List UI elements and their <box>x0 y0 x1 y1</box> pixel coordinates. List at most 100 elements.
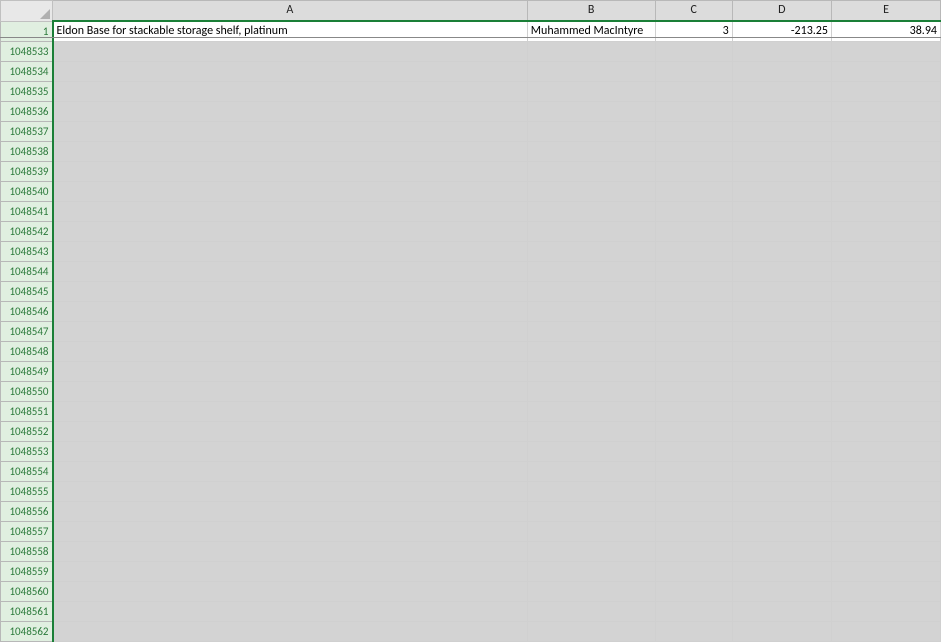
cell-E1048535[interactable] <box>831 82 940 102</box>
cell-E1048562[interactable] <box>831 622 940 642</box>
cell-B1048551[interactable] <box>527 402 655 422</box>
cell-E1048555[interactable] <box>831 482 940 502</box>
cell-E1048547[interactable] <box>831 322 940 342</box>
cell-A1048535[interactable] <box>53 82 528 102</box>
cell-B1048553[interactable] <box>527 442 655 462</box>
cell-C1048557[interactable] <box>655 522 732 542</box>
cell-E1048561[interactable] <box>831 602 940 622</box>
cell-B1048562[interactable] <box>527 622 655 642</box>
cell-B1048547[interactable] <box>527 322 655 342</box>
row-header[interactable]: 1048545 <box>1 282 53 302</box>
cell-E1048533[interactable] <box>831 42 940 62</box>
cell-A1048543[interactable] <box>53 242 528 262</box>
cell-B1048549[interactable] <box>527 362 655 382</box>
cell-E1048540[interactable] <box>831 182 940 202</box>
cell-C1048544[interactable] <box>655 262 732 282</box>
cell-D1048554[interactable] <box>732 462 831 482</box>
row-header[interactable]: 1048550 <box>1 382 53 402</box>
row-header[interactable]: 1048534 <box>1 62 53 82</box>
row-header[interactable]: 1048535 <box>1 82 53 102</box>
cell-C1048550[interactable] <box>655 382 732 402</box>
cell-A1048545[interactable] <box>53 282 528 302</box>
cell-C1048552[interactable] <box>655 422 732 442</box>
cell-B1048555[interactable] <box>527 482 655 502</box>
cell-D1048549[interactable] <box>732 362 831 382</box>
cell-B1048541[interactable] <box>527 202 655 222</box>
cell-A1048558[interactable] <box>53 542 528 562</box>
cell-A1048560[interactable] <box>53 582 528 602</box>
cell-A1048544[interactable] <box>53 262 528 282</box>
row-header[interactable]: 1048557 <box>1 522 53 542</box>
cell-B1048540[interactable] <box>527 182 655 202</box>
cell-C1048555[interactable] <box>655 482 732 502</box>
cell-B1048533[interactable] <box>527 42 655 62</box>
cell-D1048537[interactable] <box>732 122 831 142</box>
cell-E1048556[interactable] <box>831 502 940 522</box>
cell-B1048556[interactable] <box>527 502 655 522</box>
row-header[interactable]: 1048538 <box>1 142 53 162</box>
cell-C1048538[interactable] <box>655 142 732 162</box>
cell-C1048545[interactable] <box>655 282 732 302</box>
row-header[interactable]: 1048556 <box>1 502 53 522</box>
cell-D1048555[interactable] <box>732 482 831 502</box>
cell-D1048559[interactable] <box>732 562 831 582</box>
cell-D1048558[interactable] <box>732 542 831 562</box>
cell-C1048559[interactable] <box>655 562 732 582</box>
cell-E1048552[interactable] <box>831 422 940 442</box>
cell-A1[interactable]: Eldon Base for stackable storage shelf, … <box>53 21 528 42</box>
row-header[interactable]: 1048560 <box>1 582 53 602</box>
cell-A1048552[interactable] <box>53 422 528 442</box>
cell-A1048546[interactable] <box>53 302 528 322</box>
cell-E1048542[interactable] <box>831 222 940 242</box>
cell-E1048551[interactable] <box>831 402 940 422</box>
cell-A1048542[interactable] <box>53 222 528 242</box>
cell-B1048548[interactable] <box>527 342 655 362</box>
cell-D1048545[interactable] <box>732 282 831 302</box>
cell-B1048561[interactable] <box>527 602 655 622</box>
row-header[interactable]: 1048539 <box>1 162 53 182</box>
cell-A1048533[interactable] <box>53 42 528 62</box>
row-header[interactable]: 1048552 <box>1 422 53 442</box>
cell-A1048556[interactable] <box>53 502 528 522</box>
cell-A1048550[interactable] <box>53 382 528 402</box>
cell-E1048538[interactable] <box>831 142 940 162</box>
row-header[interactable]: 1048533 <box>1 42 53 62</box>
column-header-C[interactable]: C <box>655 1 732 22</box>
row-header[interactable]: 1048555 <box>1 482 53 502</box>
cell-D1048556[interactable] <box>732 502 831 522</box>
cell-E1048559[interactable] <box>831 562 940 582</box>
cell-C1048553[interactable] <box>655 442 732 462</box>
cell-D1048551[interactable] <box>732 402 831 422</box>
row-header[interactable]: 1048547 <box>1 322 53 342</box>
cell-A1048559[interactable] <box>53 562 528 582</box>
cell-A1048561[interactable] <box>53 602 528 622</box>
cell-C1048560[interactable] <box>655 582 732 602</box>
cell-D1048541[interactable] <box>732 202 831 222</box>
cell-E1048545[interactable] <box>831 282 940 302</box>
column-header-E[interactable]: E <box>831 1 940 22</box>
cell-B1048536[interactable] <box>527 102 655 122</box>
row-header[interactable]: 1048548 <box>1 342 53 362</box>
cell-B1048535[interactable] <box>527 82 655 102</box>
cell-B1048545[interactable] <box>527 282 655 302</box>
cell-C1048551[interactable] <box>655 402 732 422</box>
cell-C1048561[interactable] <box>655 602 732 622</box>
row-header[interactable]: 1048541 <box>1 202 53 222</box>
row-header[interactable]: 1048558 <box>1 542 53 562</box>
cell-B1048558[interactable] <box>527 542 655 562</box>
cell-D1048548[interactable] <box>732 342 831 362</box>
row-header[interactable]: 1048554 <box>1 462 53 482</box>
cell-E1048537[interactable] <box>831 122 940 142</box>
cell-C1048549[interactable] <box>655 362 732 382</box>
cell-E1048541[interactable] <box>831 202 940 222</box>
cell-A1048538[interactable] <box>53 142 528 162</box>
cell-C1[interactable]: 3 <box>655 21 732 42</box>
cell-C1048546[interactable] <box>655 302 732 322</box>
row-header[interactable]: 1048562 <box>1 622 53 642</box>
cell-C1048537[interactable] <box>655 122 732 142</box>
cell-B1048552[interactable] <box>527 422 655 442</box>
row-header[interactable]: 1048536 <box>1 102 53 122</box>
cell-E1048546[interactable] <box>831 302 940 322</box>
cell-C1048558[interactable] <box>655 542 732 562</box>
cell-E1[interactable]: 38.94 <box>831 21 940 42</box>
